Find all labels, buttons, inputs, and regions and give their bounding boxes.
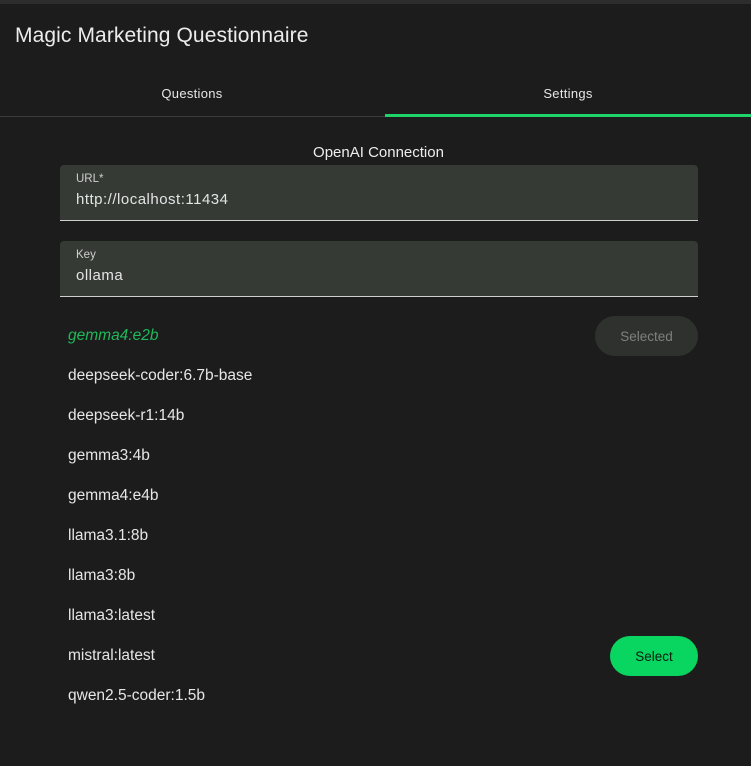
model-name: deepseek-coder:6.7b-base (68, 367, 253, 384)
app-title: Magic Marketing Questionnaire (15, 24, 309, 47)
tab-questions[interactable]: Questions (0, 70, 384, 116)
section-title: OpenAI Connection (313, 144, 444, 161)
url-field[interactable]: URL* (60, 165, 698, 221)
model-name: gemma4:e2b (68, 327, 159, 344)
url-input[interactable] (76, 191, 676, 208)
key-field-label: Key (76, 249, 96, 261)
model-row[interactable]: llama3:latest (60, 596, 698, 636)
model-name: mistral:latest (68, 647, 155, 664)
model-list: gemma4:e2b Selected deepseek-coder:6.7b-… (60, 316, 698, 716)
key-field[interactable]: Key (60, 241, 698, 297)
window-top-border (0, 0, 751, 4)
tab-questions-label: Questions (161, 85, 223, 101)
model-name: gemma4:e4b (68, 487, 159, 504)
model-row[interactable]: qwen2.5-coder:1.5b (60, 676, 698, 716)
model-name: llama3:latest (68, 607, 156, 624)
model-name: llama3.1:8b (68, 527, 149, 544)
tab-settings[interactable]: Settings (385, 70, 751, 117)
model-name: qwen2.5-coder:1.5b (68, 687, 206, 704)
model-row[interactable]: gemma4:e2b Selected (60, 316, 698, 356)
model-row[interactable]: deepseek-coder:6.7b-base (60, 356, 698, 396)
model-row[interactable]: llama3:8b (60, 556, 698, 596)
tab-settings-label: Settings (543, 85, 593, 101)
model-name: llama3:8b (68, 567, 136, 584)
model-select-button[interactable]: Select (610, 636, 698, 676)
key-input[interactable] (76, 267, 676, 284)
model-row[interactable]: gemma3:4b (60, 436, 698, 476)
model-row[interactable]: gemma4:e4b (60, 476, 698, 516)
tab-bar: Questions Settings (0, 70, 751, 117)
url-field-label: URL* (76, 173, 104, 185)
model-row[interactable]: deepseek-r1:14b (60, 396, 698, 436)
model-row[interactable]: mistral:latest Select (60, 636, 698, 676)
model-row[interactable]: llama3.1:8b (60, 516, 698, 556)
active-tab-indicator (385, 114, 751, 117)
model-selected-button[interactable]: Selected (595, 316, 698, 356)
model-name: deepseek-r1:14b (68, 407, 185, 424)
model-name: gemma3:4b (68, 447, 150, 464)
